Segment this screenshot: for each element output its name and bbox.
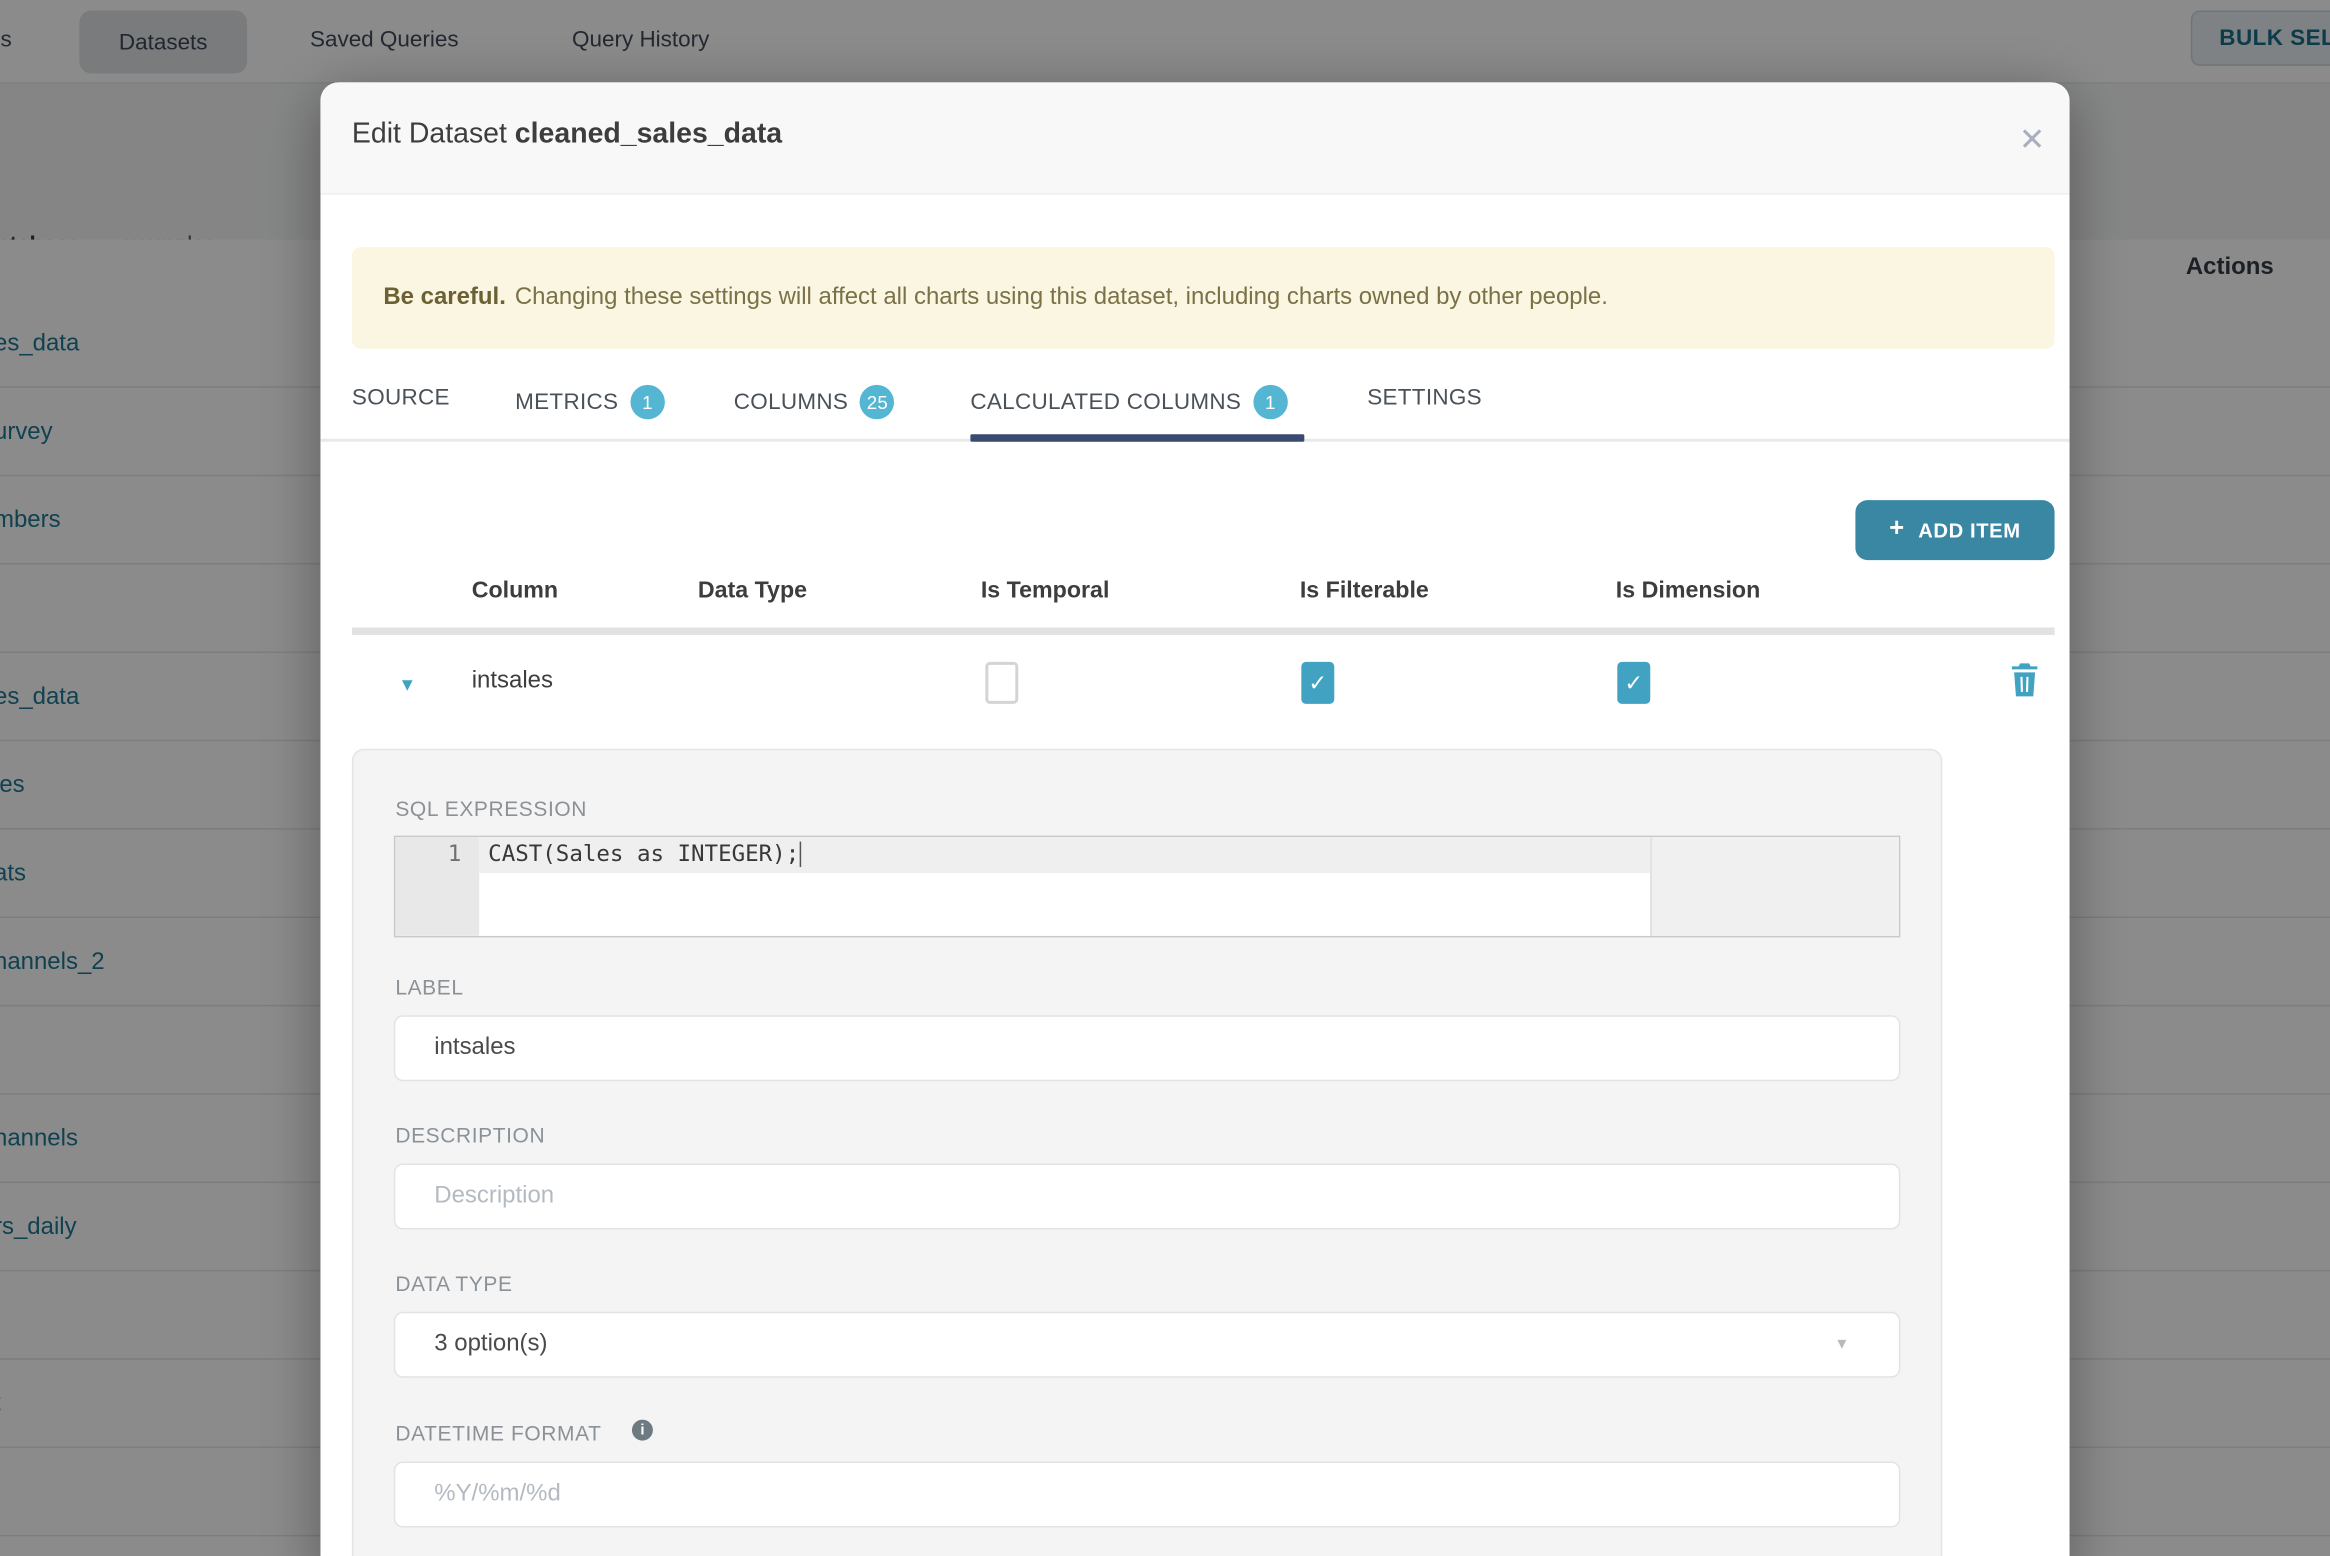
is-dimension-checkbox[interactable]: ✓	[1617, 661, 1651, 704]
tab-calculated-columns[interactable]: CALCULATED COLUMNS 1	[970, 384, 1288, 420]
description-input[interactable]	[393, 1163, 1901, 1230]
editor-line-number: 1	[447, 840, 462, 868]
data-type-select[interactable]: 3 option(s)	[393, 1311, 1901, 1378]
datetime-format-field-label: DATETIME FORMAT	[395, 1421, 602, 1446]
data-type-caret-icon: ▾	[1837, 1332, 1847, 1354]
editor-cursor	[799, 841, 802, 868]
sql-code-text: CAST(Sales as INTEGER);	[488, 840, 800, 868]
warning-banner-text: Changing these settings will affect all …	[514, 284, 1608, 310]
col-header-is-filterable: Is Filterable	[1299, 578, 1429, 604]
sql-expression-editor[interactable]: 1 CAST(Sales as INTEGER);	[393, 835, 1901, 938]
modal-tabs: SOURCE METRICS 1 COLUMNS 25 CALCULATED COL…	[320, 374, 2069, 438]
tab-settings-label: SETTINGS	[1367, 384, 1482, 411]
editor-gutter: 1	[395, 837, 480, 936]
tab-columns-badge: 25	[860, 384, 895, 420]
tab-columns-label: COLUMNS	[733, 389, 849, 415]
label-input[interactable]	[393, 1015, 1901, 1082]
info-icon[interactable]: i	[631, 1419, 653, 1441]
col-header-is-temporal: Is Temporal	[980, 578, 1110, 604]
tab-metrics-badge: 1	[630, 384, 665, 420]
columns-header-divider	[351, 627, 2055, 635]
add-item-button[interactable]: + ADD ITEM	[1855, 500, 2055, 561]
column-edit-panel: SQL EXPRESSION 1 CAST(Sales as INTEGER);…	[351, 748, 1943, 1556]
description-field-label: DESCRIPTION	[395, 1123, 546, 1148]
tab-settings[interactable]: SETTINGS	[1367, 385, 1482, 410]
tab-source-label: SOURCE	[351, 384, 450, 411]
add-item-label: ADD ITEM	[1918, 518, 2021, 542]
screen: es Datasets Saved Queries Query History …	[0, 0, 2330, 1556]
column-name: intsales	[471, 667, 553, 694]
close-icon[interactable]: ✕	[2008, 115, 2056, 163]
col-header-data-type: Data Type	[697, 578, 808, 604]
warning-banner-bold: Be careful.	[383, 284, 506, 310]
tab-metrics[interactable]: METRICS 1	[515, 384, 665, 420]
col-header-is-dimension: Is Dimension	[1615, 578, 1761, 604]
warning-banner: Be careful. Changing these settings will…	[351, 247, 2055, 349]
delete-trash-icon[interactable]	[2010, 662, 2040, 698]
modal-title: Edit Dataset cleaned_sales_data	[352, 118, 782, 151]
calculated-column-row: ▼ intsales ✓ ✓	[320, 651, 2069, 720]
modal-title-prefix: Edit Dataset	[351, 118, 515, 150]
tab-metrics-label: METRICS	[515, 389, 619, 415]
tab-calculated-columns-badge: 1	[1253, 384, 1288, 420]
tab-calculated-columns-label: CALCULATED COLUMNS	[970, 389, 1242, 415]
plus-icon: +	[1889, 513, 1905, 543]
datetime-format-input[interactable]	[393, 1461, 1901, 1528]
data-type-field-label: DATA TYPE	[395, 1271, 513, 1296]
tab-columns[interactable]: COLUMNS 25	[733, 384, 895, 420]
editor-margin-zone	[1650, 837, 1899, 936]
tab-source[interactable]: SOURCE	[352, 385, 450, 410]
is-temporal-checkbox[interactable]	[985, 661, 1019, 704]
modal-title-dataset-name: cleaned_sales_data	[514, 118, 783, 150]
edit-dataset-modal: Edit Dataset cleaned_sales_data ✕ Be car…	[320, 82, 2070, 1556]
collapse-caret-icon[interactable]: ▼	[398, 674, 416, 695]
sql-code: CAST(Sales as INTEGER);	[488, 840, 802, 868]
modal-header: Edit Dataset cleaned_sales_data ✕	[320, 82, 2070, 195]
is-filterable-checkbox[interactable]: ✓	[1301, 661, 1335, 704]
label-field-label: LABEL	[395, 974, 464, 999]
active-tab-underline	[970, 434, 1305, 442]
sql-expression-label: SQL EXPRESSION	[395, 796, 588, 821]
col-header-column: Column	[471, 578, 559, 604]
